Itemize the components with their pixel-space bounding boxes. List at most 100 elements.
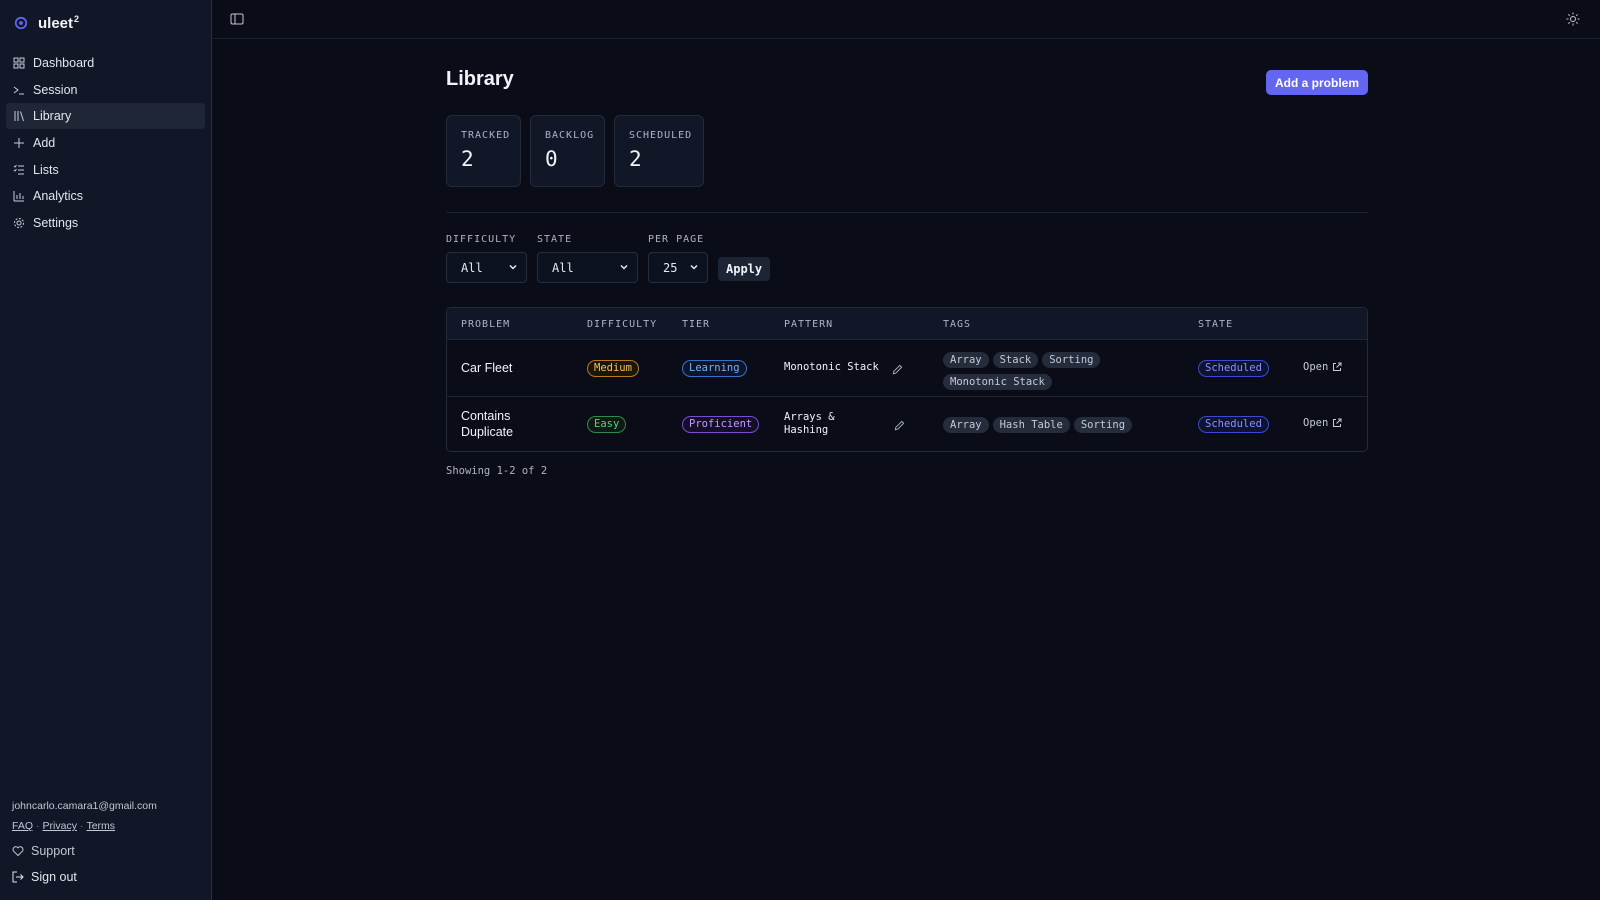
pattern-text: Arrays & Hashing xyxy=(784,411,835,436)
table-row[interactable]: Contains Duplicate Easy Proficient Array… xyxy=(447,397,1367,451)
chevron-down-icon xyxy=(508,261,518,275)
table-header: PROBLEM DIFFICULTY TIER PATTERN TAGS STA… xyxy=(447,308,1367,340)
tag: Array xyxy=(943,352,989,368)
topbar xyxy=(213,0,1600,39)
stat-value: 0 xyxy=(545,147,558,171)
stat-value: 2 xyxy=(629,147,642,171)
state-filter: STATE All xyxy=(537,234,638,283)
edit-pattern-icon[interactable] xyxy=(894,418,905,431)
sidebar-item-dashboard[interactable]: Dashboard xyxy=(6,50,205,76)
terms-link[interactable]: Terms xyxy=(86,820,115,832)
theme-toggle-icon[interactable] xyxy=(1566,12,1580,26)
stat-label: BACKLOG xyxy=(545,130,595,141)
state-select[interactable]: All xyxy=(537,252,638,283)
tag: Sorting xyxy=(1073,417,1133,433)
sidebar-item-label: Analytics xyxy=(33,189,84,204)
terminal-icon xyxy=(13,84,25,96)
per-page-select[interactable]: 25 xyxy=(648,252,708,283)
chevron-down-icon xyxy=(689,261,699,275)
library-icon xyxy=(13,110,25,122)
tier-badge: Learning xyxy=(682,360,747,377)
sidebar-nav: Dashboard Session Library Add Lists Anal… xyxy=(6,50,205,237)
sign-out-label: Sign out xyxy=(31,870,77,884)
sidebar-item-label: Add xyxy=(33,136,56,151)
sidebar-item-label: Dashboard xyxy=(33,56,95,70)
difficulty-badge: Easy xyxy=(587,416,627,433)
dashboard-icon xyxy=(13,57,25,69)
external-link-icon xyxy=(1332,362,1342,372)
tag: Monotonic Stack xyxy=(943,374,1052,390)
stat-card-backlog: BACKLOG 0 xyxy=(530,115,605,187)
problem-name[interactable]: Car Fleet xyxy=(461,360,512,376)
footer-links: FAQ · Privacy · Terms xyxy=(12,820,116,832)
column-header-tier: TIER xyxy=(682,319,711,330)
stat-label: SCHEDULED xyxy=(629,130,693,141)
problem-name[interactable]: Contains Duplicate xyxy=(461,408,541,440)
sidebar-item-session[interactable]: Session xyxy=(6,77,205,103)
sidebar: uleet2 Dashboard Session Library Add Lis… xyxy=(0,0,212,900)
plus-icon xyxy=(13,137,25,149)
add-problem-button[interactable]: Add a problem xyxy=(1265,70,1368,95)
brand[interactable]: uleet2 xyxy=(14,12,79,34)
apply-button[interactable]: Apply xyxy=(718,257,771,281)
chevron-down-icon xyxy=(619,261,629,275)
sidebar-toggle-icon[interactable] xyxy=(230,12,244,26)
sidebar-item-settings[interactable]: Settings xyxy=(6,210,205,236)
column-header-state: STATE xyxy=(1198,319,1234,330)
filter-label: STATE xyxy=(537,234,573,245)
column-header-difficulty: DIFFICULTY xyxy=(587,319,658,330)
tag: Sorting xyxy=(1042,352,1101,368)
difficulty-select[interactable]: All xyxy=(446,252,527,283)
bar-chart-icon xyxy=(13,190,25,202)
column-header-pattern: PATTERN xyxy=(784,319,834,330)
stat-card-tracked: TRACKED 2 xyxy=(446,115,521,187)
sidebar-item-analytics[interactable]: Analytics xyxy=(6,183,205,209)
tag: Stack xyxy=(992,352,1039,368)
sign-out-button[interactable]: Sign out xyxy=(12,870,77,884)
state-badge: Scheduled xyxy=(1198,416,1269,433)
open-link[interactable]: Open xyxy=(1303,361,1342,373)
tag: Array xyxy=(943,417,989,433)
logo-icon xyxy=(14,16,28,30)
select-value: 25 xyxy=(663,260,678,275)
filters-bar: DIFFICULTY All STATE All PER PAGE 25 App… xyxy=(446,234,771,283)
difficulty-filter: DIFFICULTY All xyxy=(446,234,527,283)
edit-pattern-icon[interactable] xyxy=(892,362,903,375)
stat-card-scheduled: SCHEDULED 2 xyxy=(614,115,704,187)
state-badge: Scheduled xyxy=(1198,360,1269,377)
sidebar-item-add[interactable]: Add xyxy=(6,130,205,156)
page-title: Library xyxy=(446,68,514,90)
per-page-filter: PER PAGE 25 xyxy=(648,234,708,283)
open-label: Open xyxy=(1303,361,1329,373)
pattern-text: Monotonic Stack xyxy=(784,361,879,373)
pagination-summary: Showing 1-2 of 2 xyxy=(446,465,548,477)
tag: Hash Table xyxy=(992,417,1070,433)
external-link-icon xyxy=(1332,418,1342,428)
faq-link[interactable]: FAQ xyxy=(12,820,33,832)
filter-label: PER PAGE xyxy=(648,234,705,245)
sidebar-item-library[interactable]: Library xyxy=(6,103,205,130)
problems-table: PROBLEM DIFFICULTY TIER PATTERN TAGS STA… xyxy=(446,307,1368,452)
stat-label: TRACKED xyxy=(461,130,511,141)
brand-name: uleet2 xyxy=(38,14,80,32)
open-link[interactable]: Open xyxy=(1303,417,1342,429)
support-button[interactable]: Support xyxy=(12,844,75,858)
tier-badge: Proficient xyxy=(682,416,760,433)
table-row[interactable]: Car Fleet Medium Learning Monotonic Stac… xyxy=(447,340,1367,397)
select-value: All xyxy=(552,260,574,275)
filter-label: DIFFICULTY xyxy=(446,234,517,245)
heart-icon xyxy=(12,845,24,857)
sidebar-item-label: Settings xyxy=(33,216,79,231)
sign-out-icon xyxy=(12,871,24,883)
support-label: Support xyxy=(31,844,75,858)
list-icon xyxy=(13,164,25,176)
privacy-link[interactable]: Privacy xyxy=(43,820,77,832)
user-email: johncarlo.camara1@gmail.com xyxy=(12,800,157,812)
divider xyxy=(446,212,1368,213)
sidebar-item-label: Session xyxy=(33,82,78,97)
gear-icon xyxy=(13,217,25,229)
sidebar-item-lists[interactable]: Lists xyxy=(6,157,205,183)
sidebar-item-label: Lists xyxy=(33,162,59,177)
stats-row: TRACKED 2 BACKLOG 0 SCHEDULED 2 xyxy=(446,115,704,187)
select-value: All xyxy=(461,260,483,275)
